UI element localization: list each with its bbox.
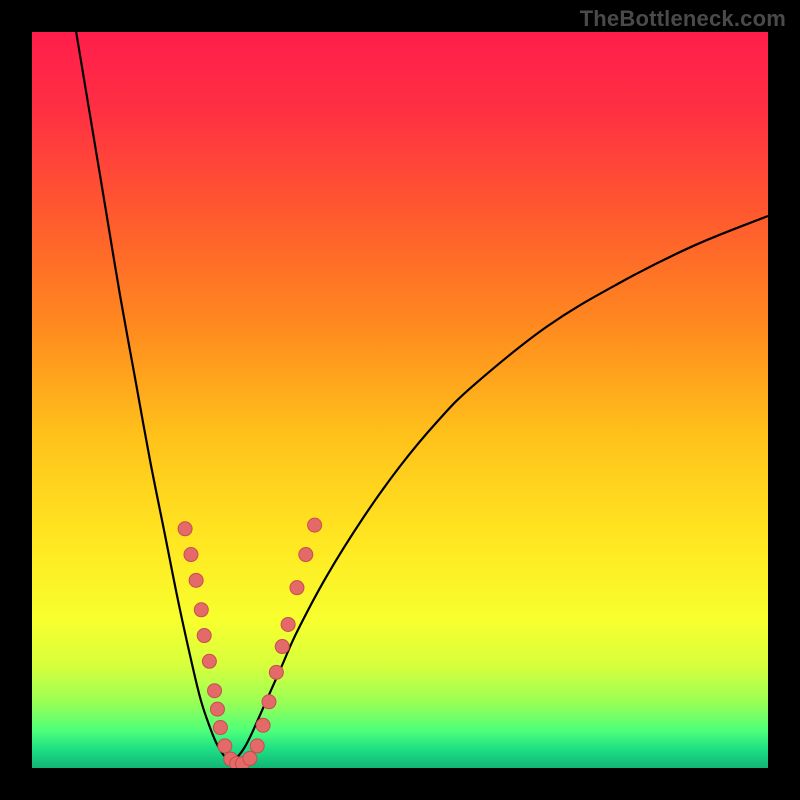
data-dot bbox=[189, 573, 203, 587]
data-dot bbox=[218, 739, 232, 753]
data-dot bbox=[308, 518, 322, 532]
data-dot bbox=[290, 581, 304, 595]
data-dot bbox=[250, 739, 264, 753]
data-dot bbox=[184, 548, 198, 562]
data-dot bbox=[275, 640, 289, 654]
plot-area bbox=[32, 32, 768, 768]
data-dot bbox=[194, 603, 208, 617]
curve-left bbox=[76, 32, 231, 762]
data-dot bbox=[299, 548, 313, 562]
data-dot bbox=[197, 629, 211, 643]
data-dot bbox=[208, 684, 222, 698]
curve-right bbox=[231, 216, 768, 762]
data-dot bbox=[178, 522, 192, 536]
data-dot bbox=[202, 654, 216, 668]
chart-container: TheBottleneck.com bbox=[0, 0, 800, 800]
data-dot bbox=[243, 751, 257, 765]
data-dot bbox=[269, 665, 283, 679]
watermark-text: TheBottleneck.com bbox=[580, 6, 786, 32]
data-dot bbox=[281, 617, 295, 631]
data-dots bbox=[178, 518, 322, 768]
data-dot bbox=[210, 702, 224, 716]
data-dot bbox=[213, 721, 227, 735]
data-dot bbox=[262, 695, 276, 709]
data-dot bbox=[256, 718, 270, 732]
curves-layer bbox=[32, 32, 768, 768]
